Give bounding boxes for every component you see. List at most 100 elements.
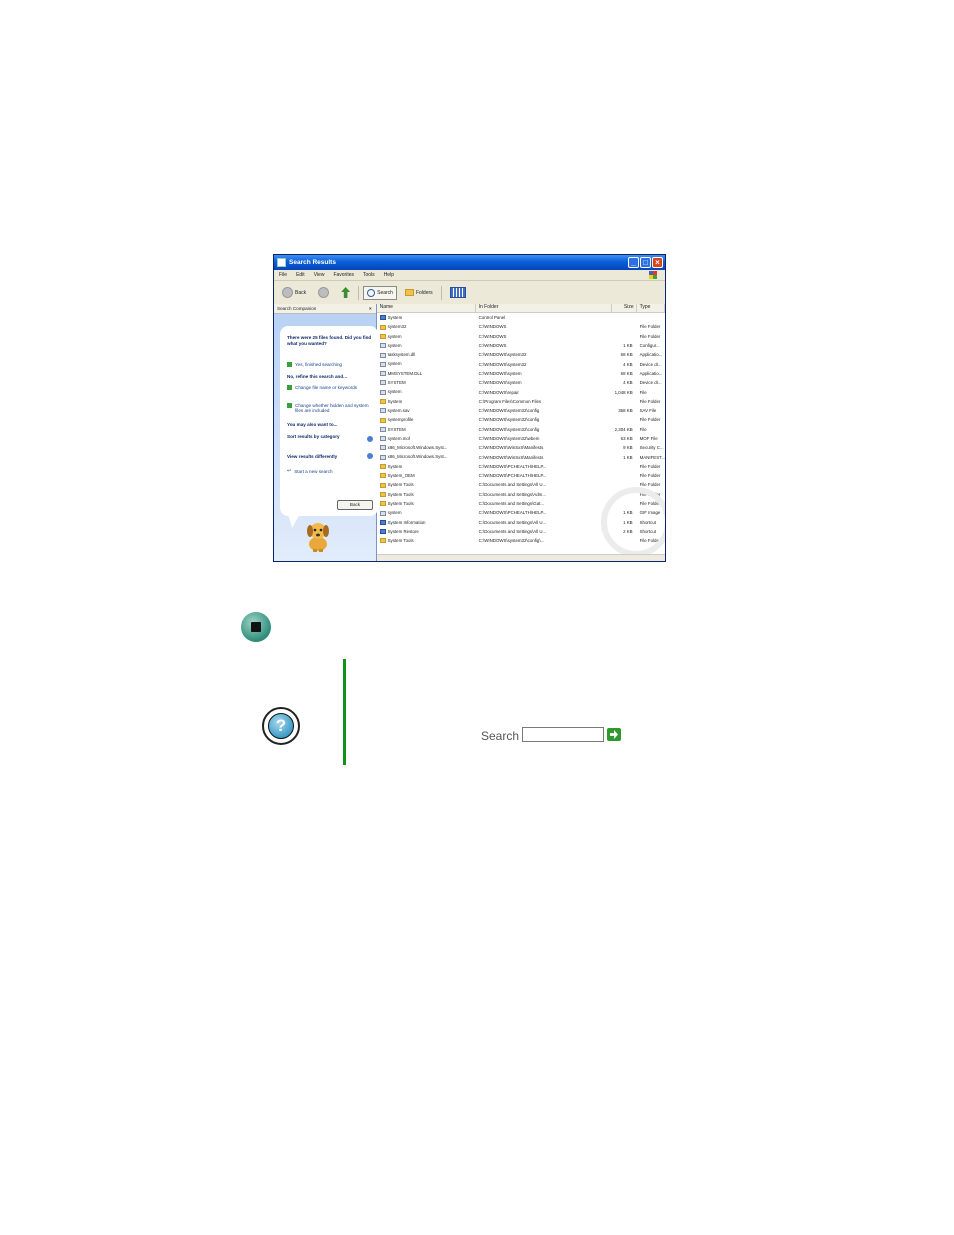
folders-button[interactable]: Folders xyxy=(401,286,437,299)
in-folder-cell-text: C:\Documents and Settings\All U... xyxy=(478,482,547,488)
minimize-button[interactable]: _ xyxy=(628,257,639,268)
toolbar: Back Search Folders xyxy=(274,281,665,305)
change-hidden-link[interactable]: Change whether hidden and system files a… xyxy=(287,403,375,414)
file-name-cell-text: System xyxy=(387,398,403,404)
menu-tools[interactable]: Tools xyxy=(363,272,375,278)
menu-help[interactable]: Help xyxy=(384,272,394,278)
search-toolbar-button[interactable]: Search xyxy=(363,285,397,300)
table-row[interactable]: systemprofile C:\WINDOWS\system32\config F… xyxy=(377,415,665,424)
type-cell-text: Applicatio... xyxy=(639,352,663,358)
file-icon xyxy=(379,361,386,367)
type-cell-text: File Folder xyxy=(639,398,661,404)
column-in-folder[interactable]: In Folder xyxy=(476,304,612,312)
back-arrow-icon xyxy=(282,287,293,298)
type-cell: File xyxy=(637,390,665,395)
table-row[interactable]: SYSTEM C:\WINDOWS\system32\config 2,304 KB… xyxy=(377,425,665,434)
change-name-label: Change file name or keywords xyxy=(295,385,358,390)
type-cell-text: File Folder xyxy=(639,473,661,479)
in-folder-cell-text: C:\WINDOWS\PCHEALTH\HELP... xyxy=(478,463,547,469)
magnifier-icon xyxy=(367,288,376,297)
type-cell: File Folder xyxy=(637,473,665,478)
column-type[interactable]: Type xyxy=(637,304,665,312)
help-search-input[interactable] xyxy=(522,727,604,742)
menu-bar: File Edit View Favorites Tools Help xyxy=(274,270,665,281)
size-cell: 4 KB xyxy=(612,362,637,367)
file-name-cell: system xyxy=(377,389,476,395)
search-go-arrow-icon[interactable] xyxy=(607,728,621,741)
in-folder-cell-text: C:\WINDOWS\WinSxS\Manifests xyxy=(478,454,544,460)
table-row[interactable]: x86_Microsoft.Windows.Syst... C:\WINDOWS\… xyxy=(377,452,665,461)
in-folder-cell: C:\WINDOWS\WinSxS\Manifests xyxy=(476,445,612,450)
folder-icon xyxy=(379,473,386,479)
window-title: Search Results xyxy=(289,259,336,266)
table-row[interactable]: system C:\WINDOWS File Folder xyxy=(377,332,665,341)
size-cell-text: 368 KB xyxy=(618,408,633,414)
change-name-link[interactable]: Change file name or keywords xyxy=(287,385,375,390)
view-differently-link[interactable]: View results differently xyxy=(287,454,367,460)
size-cell: 68 KB xyxy=(612,371,637,376)
companion-back-button[interactable]: Back xyxy=(337,500,373,510)
file-name-cell-text: System Tools xyxy=(387,500,414,506)
table-row[interactable]: System C:\Program Files\Common Files File … xyxy=(377,397,665,406)
type-cell: Device dr... xyxy=(637,380,665,385)
column-size[interactable]: Size xyxy=(612,304,637,312)
results-list: Name In Folder Size Type System Control P… xyxy=(376,304,665,561)
in-folder-cell: C:\WINDOWS xyxy=(476,334,612,339)
file-name-cell-text: MMSYSTEM.DLL xyxy=(387,370,423,376)
forward-button[interactable] xyxy=(314,284,333,301)
column-name[interactable]: Name xyxy=(377,304,476,312)
close-button[interactable]: × xyxy=(652,257,663,268)
table-row[interactable]: system C:\WINDOWS 1 KB Configur... xyxy=(377,341,665,350)
table-row[interactable]: x86_Microsoft.Windows.Syst... C:\WINDOWS\… xyxy=(377,443,665,452)
table-row[interactable]: system C:\WINDOWS\repair 1,048 KB File xyxy=(377,387,665,396)
maximize-button[interactable]: □ xyxy=(640,257,651,268)
table-row[interactable]: system C:\WINDOWS\system32 4 KB Device dr..… xyxy=(377,359,665,368)
file-icon xyxy=(379,445,386,451)
in-folder-cell: C:\WINDOWS\system32\config\... xyxy=(476,538,612,543)
menu-favorites[interactable]: Favorites xyxy=(333,272,354,278)
file-icon xyxy=(379,371,386,377)
table-row[interactable]: System C:\WINDOWS\PCHEALTH\HELP... File Fo… xyxy=(377,462,665,471)
in-folder-cell-text: C:\WINDOWS\PCHEALTH\HELP... xyxy=(478,510,547,516)
in-folder-cell-text: C:\WINDOWS\repair xyxy=(478,389,519,395)
in-folder-cell: C:\Documents and Settings\All U... xyxy=(476,529,612,534)
table-row[interactable]: System_OEM C:\WINDOWS\PCHEALTH\HELP... Fil… xyxy=(377,471,665,480)
yes-finished-link[interactable]: Yes, finished searching xyxy=(287,362,375,367)
table-row[interactable]: System Tools C:\Documents and Settings\Al… xyxy=(377,480,665,489)
in-folder-cell-text: C:\WINDOWS\system32 xyxy=(478,361,527,367)
back-button[interactable]: Back xyxy=(278,284,310,301)
sort-by-category-link[interactable]: Sort results by category xyxy=(287,434,343,440)
folder-icon xyxy=(379,482,386,488)
file-name-cell-text: System Information xyxy=(387,519,426,525)
close-pane-icon[interactable]: × xyxy=(369,306,372,311)
green-arrow-icon xyxy=(287,403,292,408)
table-row[interactable]: system.mof C:\WINDOWS\system32\wbem 63 KB M… xyxy=(377,434,665,443)
menu-view[interactable]: View xyxy=(314,272,325,278)
size-cell: 1 KB xyxy=(612,455,637,460)
table-row[interactable]: system.sav C:\WINDOWS\system32\config 368 … xyxy=(377,406,665,415)
file-name-cell: System xyxy=(377,464,476,470)
menu-edit[interactable]: Edit xyxy=(296,272,305,278)
companion-bubble: There were 25 files found. Did you find … xyxy=(280,326,378,516)
file-icon xyxy=(379,343,386,349)
expand-arrow-icon[interactable] xyxy=(367,436,373,442)
table-row[interactable]: System Control Panel xyxy=(377,313,665,322)
table-row[interactable]: MMSYSTEM.DLL C:\WINDOWS\system 68 KB Applic… xyxy=(377,369,665,378)
in-folder-cell-text: C:\Documents and Settings\Adm... xyxy=(478,491,546,497)
type-cell-text: MANIFEST... xyxy=(639,454,665,460)
type-cell: SAV File xyxy=(637,408,665,413)
expand-arrow-icon[interactable] xyxy=(367,453,373,459)
up-folder-button[interactable] xyxy=(337,284,354,301)
type-cell: MOF File xyxy=(637,436,665,441)
file-name-cell-text: System Tools xyxy=(387,491,414,497)
table-row[interactable]: system32 C:\WINDOWS File Folder xyxy=(377,322,665,331)
in-folder-cell: C:\Documents and Settings\All U... xyxy=(476,482,612,487)
horizontal-scrollbar[interactable] xyxy=(376,554,665,561)
folders-icon xyxy=(404,289,414,296)
table-row[interactable]: tasksystem.dll C:\WINDOWS\system32 68 KB Ap… xyxy=(377,350,665,359)
size-cell: 2,304 KB xyxy=(612,427,637,432)
table-row[interactable]: SYSTEM C:\WINDOWS\system 4 KB Device dr... xyxy=(377,378,665,387)
new-search-link[interactable]: ↩ Start a new search xyxy=(287,468,375,474)
menu-file[interactable]: File xyxy=(279,272,287,278)
views-button[interactable] xyxy=(446,284,470,301)
